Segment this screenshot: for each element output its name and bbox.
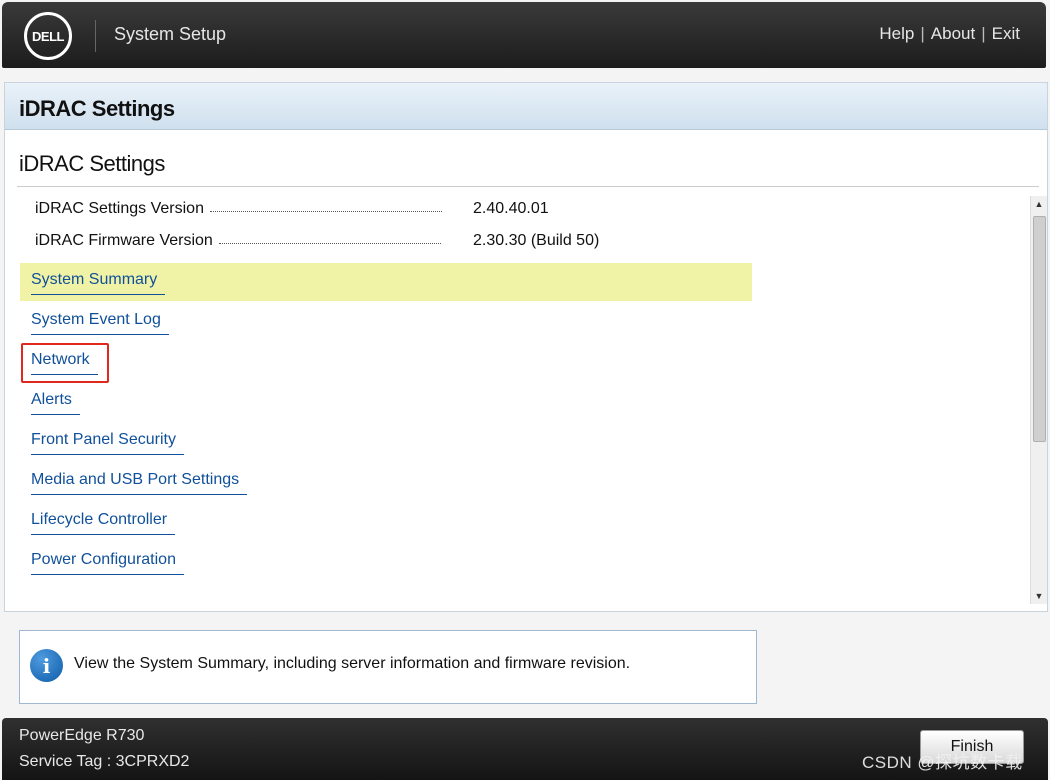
info-value: 2.30.30 (Build 50): [473, 232, 600, 249]
watermark-text: CSDN @探坑数卡载: [862, 753, 1023, 772]
info-icon-glyph: i: [42, 653, 51, 678]
logo-text: DELL: [32, 28, 64, 44]
help-info-box: i View the System Summary, including ser…: [19, 630, 757, 704]
info-label: iDRAC Firmware Version: [35, 232, 213, 249]
info-row-settings-version: iDRAC Settings Version 2.40.40.01: [35, 198, 605, 220]
network-link[interactable]: Network: [31, 351, 98, 375]
menu-item-power-configuration[interactable]: Power Configuration: [20, 543, 752, 581]
exit-link[interactable]: Exit: [992, 24, 1020, 44]
info-label: iDRAC Settings Version: [35, 200, 204, 217]
service-tag: Service Tag : 3CPRXD2: [19, 753, 190, 770]
lifecycle-controller-link[interactable]: Lifecycle Controller: [31, 511, 176, 535]
about-link[interactable]: About: [931, 24, 975, 44]
help-link[interactable]: Help: [879, 24, 914, 44]
app-title: System Setup: [114, 24, 227, 44]
server-model: PowerEdge R730: [19, 727, 145, 744]
link-separator: |: [920, 24, 925, 43]
menu-item-media-usb-port-settings[interactable]: Media and USB Port Settings: [20, 463, 752, 501]
scroll-up-arrow-icon[interactable]: ▲: [1031, 196, 1047, 212]
menu-item-system-summary[interactable]: System Summary: [20, 263, 752, 301]
dotted-leader: [209, 210, 442, 212]
vertical-scrollbar[interactable]: ▲ ▼: [1030, 196, 1047, 604]
power-configuration-link[interactable]: Power Configuration: [31, 551, 184, 575]
alerts-link[interactable]: Alerts: [31, 391, 80, 415]
menu-item-alerts[interactable]: Alerts: [20, 383, 752, 421]
info-row-firmware-version: iDRAC Firmware Version 2.30.30 (Build 50…: [35, 230, 605, 252]
media-usb-port-settings-link[interactable]: Media and USB Port Settings: [31, 471, 248, 495]
section-heading: iDRAC Settings: [19, 151, 165, 176]
idrac-settings-panel: iDRAC Settings iDRAC Settings iDRAC Sett…: [4, 82, 1048, 612]
page-title: iDRAC Settings: [19, 96, 175, 121]
top-header-bar: DELL System Setup Help | About | Exit: [2, 2, 1046, 68]
help-text: View the System Summary, including serve…: [74, 655, 631, 672]
dotted-leader: [218, 242, 441, 244]
system-event-log-link[interactable]: System Event Log: [31, 311, 169, 335]
section-divider: [17, 186, 1039, 187]
menu-item-front-panel-security[interactable]: Front Panel Security: [20, 423, 752, 461]
header-links: Help | About | Exit: [879, 24, 1020, 44]
panel-title-bar: iDRAC Settings: [5, 83, 1047, 130]
info-value: 2.40.40.01: [473, 200, 549, 217]
menu-item-system-event-log[interactable]: System Event Log: [20, 303, 752, 341]
dell-logo: DELL: [24, 12, 72, 60]
scroll-down-arrow-icon[interactable]: ▼: [1031, 588, 1047, 604]
link-separator: |: [981, 24, 986, 43]
system-summary-link[interactable]: System Summary: [31, 271, 166, 295]
info-icon: i: [30, 649, 63, 682]
header-divider: [95, 20, 96, 52]
scrollbar-thumb[interactable]: [1033, 216, 1046, 442]
menu-item-network[interactable]: Network: [20, 343, 752, 381]
menu-item-lifecycle-controller[interactable]: Lifecycle Controller: [20, 503, 752, 541]
front-panel-security-link[interactable]: Front Panel Security: [31, 431, 184, 455]
